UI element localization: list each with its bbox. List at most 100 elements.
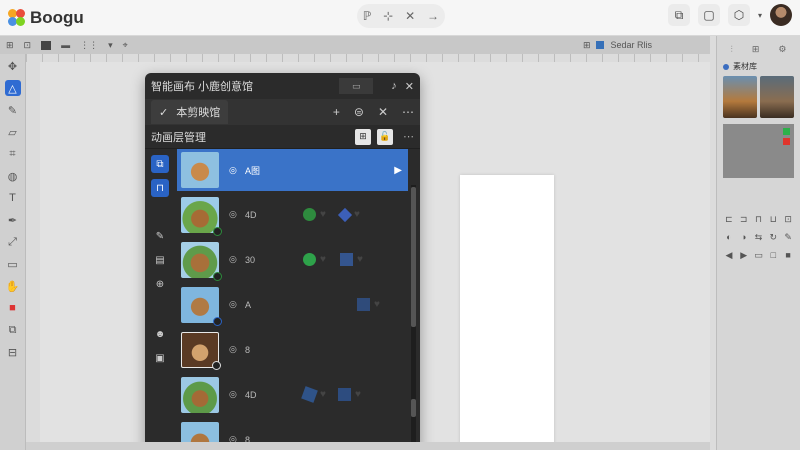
green-tag-icon[interactable] [303,208,316,221]
visibility-icon[interactable]: ◎ [229,254,241,265]
layout-icon[interactable]: ⊡ [24,40,32,51]
play-icon[interactable]: ▶ [738,250,750,261]
distribute-icon[interactable]: ⊓ [753,214,765,225]
plugin-icon[interactable]: ⬡ [727,4,750,26]
heart-icon[interactable]: ♥ [374,299,380,310]
stack-tool-icon[interactable]: ⊟ [5,344,21,360]
lock-icon[interactable]: ⊡ [782,214,794,225]
heart-icon[interactable]: ♥ [357,254,363,265]
layer-row[interactable]: ◎ 4D ♥ ♥ [177,193,408,236]
layer-row[interactable]: ◎ A ♥ [177,283,408,326]
color-swatch[interactable] [41,40,52,50]
document-icon[interactable]: ▤ [151,251,169,269]
align-icon[interactable]: ⫶ [731,44,733,55]
heart-icon[interactable]: ♥ [354,209,360,220]
move-tool-icon[interactable]: ✥ [5,58,21,74]
lock-icon[interactable]: 🔓 [377,128,393,145]
text-tool-icon[interactable]: T [5,190,21,206]
zoom-icon[interactable]: ⊕ [151,275,169,293]
chevron-down-icon[interactable]: ▾ [758,11,762,20]
align-center-icon[interactable]: ⊐ [738,214,750,225]
media-icon[interactable]: ▬ [61,40,70,50]
play-icon[interactable]: ▶ [394,165,402,176]
pen-tool-icon[interactable]: ✒ [5,212,21,228]
layers-tool-icon[interactable]: ⧉ [5,322,21,338]
blue-tag-icon[interactable] [339,253,353,266]
expand-icon[interactable]: ▭ [339,78,374,94]
eyedropper-icon[interactable]: ✎ [151,227,169,245]
frame-icon[interactable]: □ [767,250,779,261]
blend-icon[interactable]: ◑ [738,232,750,243]
comment-icon[interactable]: ▢ [697,4,720,26]
forward-icon[interactable]: → [427,9,439,23]
transform-icon[interactable]: ⌖ [123,40,128,51]
app-logo[interactable]: Boogu [8,8,84,28]
align-left-icon[interactable]: ⊏ [723,214,735,225]
eraser-tool-icon[interactable]: ▱ [5,124,21,140]
user-icon[interactable]: ☻ [151,325,169,343]
add-icon[interactable]: + [333,105,340,119]
fill-tool-icon[interactable]: ◍ [5,168,21,184]
flip-icon[interactable]: ⇆ [753,232,765,243]
visibility-icon[interactable]: ◎ [229,165,241,176]
color-preview[interactable] [723,124,794,178]
visibility-icon[interactable]: ◎ [229,299,241,310]
layer-row[interactable]: ◎ 8 [177,328,408,371]
visibility-icon[interactable]: ◎ [229,344,241,355]
shuffle-icon[interactable]: ✕ [378,105,388,119]
opacity-icon[interactable]: ◐ [723,232,735,243]
heart-icon[interactable]: ♥ [320,254,326,265]
copy-icon[interactable]: ⧉ [667,4,690,26]
heart-icon[interactable]: ♥ [320,209,326,220]
music-icon[interactable]: ♪ [391,80,397,92]
frame-icon[interactable]: ▣ [151,349,169,367]
visibility-icon[interactable]: ◎ [229,209,241,220]
blue-tag-icon[interactable] [301,386,318,403]
transform-tool-icon[interactable]: ⤢ [5,234,21,250]
asset-thumbnail[interactable] [723,76,757,118]
more-icon[interactable]: ⋯ [402,105,414,119]
layer-row[interactable]: ◎ 4D ♥ ♥ [177,373,408,416]
artboard[interactable] [460,175,554,450]
select-tool-icon[interactable]: ⊹ [383,9,393,23]
red-swatch[interactable] [783,138,790,145]
avatar[interactable] [770,4,792,26]
layer-row[interactable]: ◎ 30 ♥ ♥ [177,238,408,281]
tab-scene[interactable]: ✓ 本剪映馆 [151,100,229,124]
new-folder-icon[interactable]: ⊞ [355,128,371,145]
grid-small-icon[interactable]: ⊞ [583,40,591,51]
rotate-icon[interactable]: ↻ [767,232,779,243]
layer-row[interactable]: ◎ A图 ▶ [177,149,408,191]
color-picker-icon[interactable]: ■ [5,300,21,316]
scrollbar-thumb-secondary[interactable] [411,399,416,417]
heart-icon[interactable]: ♥ [355,389,361,400]
shape-tool-icon[interactable]: △ [4,80,21,96]
edit-icon[interactable]: ✎ [782,232,794,243]
more-dropdown-icon[interactable]: ▾ [108,40,113,51]
shape-icon[interactable]: ▭ [753,250,765,261]
green-tag-icon[interactable] [303,253,316,266]
panel-scrollbar[interactable] [411,185,416,450]
blue-tag-icon[interactable] [337,207,353,222]
blue-tag-icon[interactable] [357,298,370,311]
visibility-icon[interactable]: ◎ [229,389,241,400]
arrow-left-icon[interactable]: ◀ [723,250,735,261]
layers-icon[interactable]: ⧉ [151,155,169,173]
frame-tool-icon[interactable]: ▭ [5,256,21,272]
crop-tool-icon[interactable]: ⌗ [5,146,21,162]
folder-icon[interactable]: ⊓ [151,179,169,197]
blue-tag-icon[interactable] [337,388,351,401]
pen-tool-icon[interactable]: ℙ [363,9,371,23]
settings-icon[interactable]: ⚙ [778,44,786,55]
asset-thumbnail[interactable] [760,76,794,118]
hand-tool-icon[interactable]: ✋ [5,278,21,294]
close-tool-icon[interactable]: ✕ [405,9,415,23]
more-icon[interactable]: ⋯ [403,130,414,143]
stop-icon[interactable]: ■ [782,250,794,261]
grid-icon[interactable]: ⊞ [752,44,760,55]
align-right-icon[interactable]: ⊔ [767,214,779,225]
close-icon[interactable]: ✕ [405,80,414,93]
green-swatch[interactable] [783,128,790,135]
heart-icon[interactable]: ♥ [320,389,326,400]
grid-icon[interactable]: ⊞ [6,40,14,51]
